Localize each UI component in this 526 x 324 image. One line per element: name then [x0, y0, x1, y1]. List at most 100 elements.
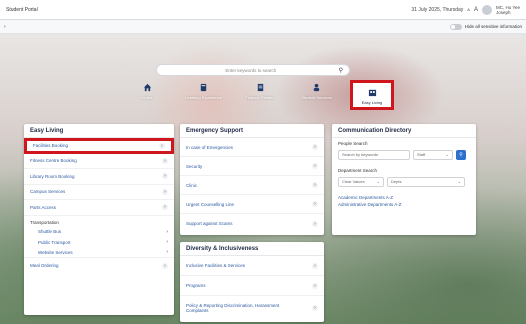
chevron-right-icon: ›	[166, 228, 168, 235]
security-label: Security	[186, 163, 203, 169]
website-services-label: Website Services	[38, 249, 73, 255]
app-title: Student Portal	[6, 6, 38, 13]
building-icon	[367, 87, 377, 97]
chevron-right-icon: ›	[159, 142, 165, 149]
diversity-title: Diversity & Inclusiveness	[180, 242, 324, 256]
user-name: MC, Ho Yee	[495, 4, 520, 10]
parts-access-label: Parts Access	[30, 204, 57, 210]
book-icon	[199, 82, 209, 92]
nav-finance-label: Finance Related	[245, 95, 275, 100]
department-search-row: Clear Values ⌄ Depts ⌄	[332, 175, 476, 188]
menu-icon[interactable]: ›	[4, 24, 6, 30]
people-icon	[312, 82, 322, 92]
nav-easy-living-label: Easy Living	[361, 100, 383, 105]
people-filter-value: Staff	[417, 152, 426, 157]
chevron-right-icon: ›	[312, 305, 318, 311]
policy-reporting-label: Policy & Reporting Discrimination, Haras…	[186, 302, 280, 314]
public-transport-link[interactable]: Public Transport ›	[24, 237, 174, 248]
sensitive-info-toggle[interactable]	[449, 23, 462, 30]
people-filter-select[interactable]: Staff ⌄	[413, 149, 453, 160]
chevron-right-icon: ›	[312, 201, 318, 207]
library-room-booking-link[interactable]: Library Room Booking ›	[24, 169, 174, 185]
programs-link[interactable]: Programs ›	[180, 276, 324, 296]
dept-filter-2-value: Depts	[391, 179, 402, 184]
easy-living-title: Easy Living	[24, 124, 174, 138]
chevron-right-icon: ›	[162, 262, 168, 269]
library-room-booking-label: Library Room Booking	[30, 173, 75, 179]
shuttle-bus-link[interactable]: Shuttle Bus ›	[24, 227, 174, 238]
avatar[interactable]	[481, 4, 492, 15]
easy-living-panel: Easy Living Facilities Booking › Fitness…	[24, 124, 174, 315]
diversity-panel: Diversity & Inclusiveness Inclusive Faci…	[180, 242, 324, 322]
chevron-right-icon: ›	[312, 144, 318, 150]
chevron-down-icon: ⌄	[457, 179, 461, 184]
text-size-large-button[interactable]: A	[474, 7, 478, 13]
chevron-down-icon: ⌄	[376, 179, 380, 184]
text-size-small-button[interactable]: A	[467, 7, 470, 12]
top-bar-right: 31 July 2025, Thursday A A MC, Ho Yee Jo…	[411, 4, 520, 15]
clinic-label: Clinic	[186, 182, 198, 188]
chevron-right-icon: ›	[312, 282, 318, 289]
user-info[interactable]: MC, Ho Yee Joseph	[496, 5, 520, 15]
scams-support-label: Support against Scams	[186, 221, 233, 226]
dept-filter-1-value: Clear Values	[342, 179, 365, 184]
shuttle-bus-label: Shuttle Bus	[38, 229, 62, 235]
department-search-label: Department Search	[338, 168, 378, 173]
date-label: 31 July 2025, Thursday	[411, 6, 464, 13]
scams-support-link[interactable]: Support against Scams ›	[180, 214, 324, 233]
search-icon[interactable]: ⚲	[339, 67, 343, 74]
nav-student-services-label: Student Services	[301, 95, 332, 100]
fitness-centre-booking-label: Fitness Centre Booking	[30, 158, 77, 164]
transportation-label: Transportation	[30, 219, 59, 225]
facilities-booking-link[interactable]: Facilities Booking ›	[24, 138, 174, 154]
people-search-row: Search by keywords Staff ⌄ ⚲	[332, 148, 476, 161]
sensitive-info-label: Hide all sensitive information	[464, 24, 522, 29]
nav-learning-label: Learning Experience	[185, 95, 222, 100]
emergencies-label: In case of Emergencies	[186, 144, 234, 150]
security-link[interactable]: Security ›	[180, 157, 324, 176]
inclusive-facilities-link[interactable]: Inclusive Facilities & Services ›	[180, 256, 324, 276]
parts-access-link[interactable]: Parts Access ›	[24, 200, 174, 216]
emergency-support-panel: Emergency Support In case of Emergencies…	[180, 124, 324, 235]
clinic-link[interactable]: Clinic ›	[180, 176, 324, 195]
counselling-line-link[interactable]: Urgent Counselling Line ›	[180, 195, 324, 214]
fitness-centre-booking-link[interactable]: Fitness Centre Booking ›	[24, 154, 174, 169]
chevron-right-icon: ›	[162, 188, 168, 195]
dept-filter-select-1[interactable]: Clear Values ⌄	[338, 176, 384, 187]
chevron-right-icon: ›	[312, 182, 318, 188]
nav-home[interactable]: Home	[124, 80, 170, 100]
facilities-booking-label: Facilities Booking	[33, 143, 69, 149]
chevron-down-icon: ⌄	[445, 152, 449, 157]
chevron-right-icon: ›	[312, 163, 318, 169]
top-bar: Student Portal 31 July 2025, Thursday A …	[0, 0, 526, 20]
quick-nav: Home Learning Experience Finance Related…	[124, 80, 394, 110]
campus-services-link[interactable]: Campus Services ›	[24, 185, 174, 200]
emergency-support-title: Emergency Support	[180, 124, 324, 138]
communication-directory-panel: Communication Directory People Search Se…	[332, 124, 476, 235]
nav-student-services[interactable]: Student Services	[294, 80, 340, 100]
campus-services-label: Campus Services	[30, 189, 66, 195]
people-search-button[interactable]: ⚲	[456, 149, 466, 160]
meal-ordering-link[interactable]: Meal Ordering ›	[24, 258, 174, 274]
academic-departments-link[interactable]: Academic Departments A-Z	[332, 194, 476, 201]
people-search-label: People Search	[338, 141, 368, 146]
search-bar[interactable]: Enter keywords to search ⚲	[156, 64, 350, 76]
nav-learning-experience[interactable]: Learning Experience	[181, 80, 227, 100]
administrative-departments-link[interactable]: Administrative Departments A-Z	[332, 201, 476, 208]
dept-filter-select-2[interactable]: Depts ⌄	[387, 176, 465, 187]
policy-reporting-link[interactable]: Policy & Reporting Discrimination, Haras…	[180, 296, 324, 320]
public-transport-label: Public Transport	[38, 239, 71, 245]
nav-home-label: Home	[141, 95, 153, 100]
emergencies-link[interactable]: In case of Emergencies ›	[180, 138, 324, 157]
nav-finance-related[interactable]: Finance Related	[237, 80, 283, 100]
nav-easy-living[interactable]: Easy Living	[350, 80, 394, 110]
user-role: Joseph	[495, 9, 511, 15]
chevron-right-icon: ›	[312, 220, 318, 227]
website-services-link[interactable]: Website Services ›	[24, 248, 174, 258]
chevron-right-icon: ›	[162, 157, 168, 164]
chevron-right-icon: ›	[312, 262, 318, 269]
people-search-input[interactable]: Search by keywords	[338, 149, 410, 160]
search-input[interactable]: Enter keywords to search	[163, 68, 339, 73]
people-search-placeholder: Search by keywords	[342, 152, 379, 157]
home-icon	[142, 82, 152, 92]
